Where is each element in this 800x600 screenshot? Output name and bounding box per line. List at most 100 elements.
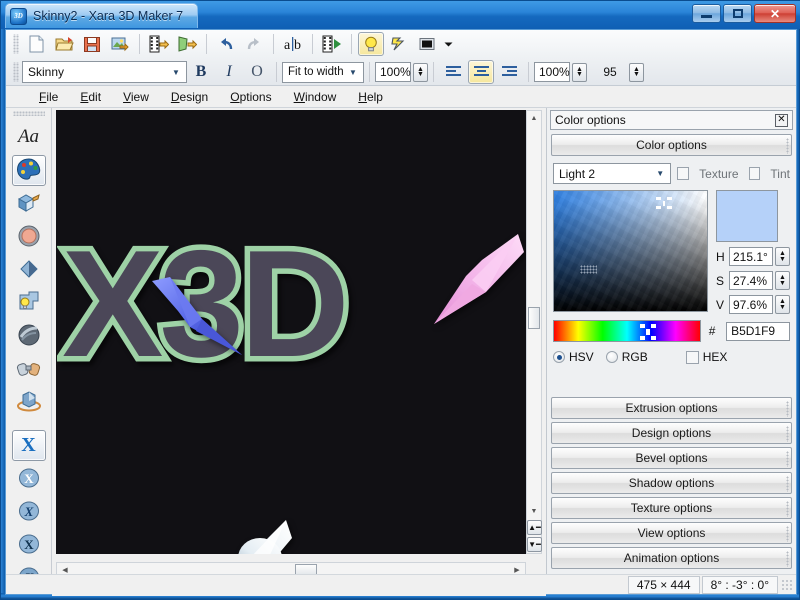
value-stepper[interactable]: ▲ ▼ (775, 295, 790, 314)
hex-field[interactable]: B5D1F9 (726, 321, 790, 341)
value-field[interactable]: 97.6% (729, 295, 773, 314)
align-left-button[interactable] (440, 60, 466, 84)
saturation-stepper[interactable]: ▲ ▼ (775, 271, 790, 290)
minimize-icon[interactable] (692, 4, 721, 23)
bevel-options-button[interactable]: Bevel options (551, 447, 792, 469)
menu-options[interactable]: Options (219, 88, 282, 106)
close-icon[interactable]: ✕ (754, 4, 796, 23)
hsv-radio[interactable] (553, 351, 565, 363)
tool-bevel[interactable] (12, 221, 46, 252)
view-options-button[interactable]: View options (551, 522, 792, 544)
page-up-button[interactable]: ▲━ (527, 520, 542, 535)
close-icon[interactable]: ✕ (775, 113, 788, 127)
resize-grip[interactable] (781, 578, 793, 591)
undo-button[interactable] (213, 32, 239, 56)
export-image-button[interactable] (107, 32, 133, 56)
tool-extrude[interactable] (12, 188, 46, 219)
line-scale-stepper[interactable]: ▲ ▼ (572, 62, 587, 82)
redo-button[interactable] (241, 32, 267, 56)
export-flash-button[interactable] (174, 32, 200, 56)
color-options-header-button[interactable]: Color options (551, 134, 792, 156)
tool-animation[interactable] (12, 386, 46, 417)
light-select-combo[interactable]: Light 2 ▼ (553, 163, 672, 184)
tool-x-rotate[interactable]: X (12, 529, 46, 560)
chevron-down-icon[interactable] (442, 32, 454, 56)
maximize-icon[interactable] (723, 4, 752, 23)
hue-stepper[interactable]: ▲ ▼ (775, 247, 790, 266)
saturation-value-picker[interactable] (553, 190, 708, 312)
toolbar-separator (273, 34, 274, 54)
sv-picker-cursor[interactable] (656, 197, 672, 209)
light-arrow-blue[interactable] (146, 275, 246, 360)
extrusion-options-button[interactable]: Extrusion options (551, 397, 792, 419)
scroll-down-arrow-icon[interactable]: ▼ (527, 504, 541, 519)
format-toolbar-grip[interactable] (13, 62, 19, 82)
lightbulb-icon[interactable] (358, 32, 384, 56)
scroll-up-arrow-icon[interactable]: ▲ (527, 111, 541, 126)
fit-mode-combo[interactable]: Fit to width ▼ (282, 61, 364, 83)
format-toolbar: Skinny ▼ B I O Fit to width ▼ 100% ▲ ▼ 1… (6, 58, 796, 86)
outline-button[interactable]: O (244, 60, 270, 84)
menu-help[interactable]: Help (347, 88, 394, 106)
tool-x-fade[interactable]: X (12, 463, 46, 494)
char-scale-field[interactable]: 100% (375, 62, 411, 82)
line-scale-field[interactable]: 100% (534, 62, 570, 82)
align-centre-button[interactable] (468, 60, 494, 84)
chevron-down-icon[interactable]: ▼ (652, 165, 668, 182)
tool-lights[interactable] (12, 287, 46, 318)
chevron-down-icon[interactable]: ▼ (168, 64, 184, 81)
tool-text[interactable]: Aa (12, 121, 46, 152)
texture-checkbox[interactable] (677, 167, 690, 180)
tool-shadow[interactable] (12, 254, 46, 285)
status-bar: 475 × 444 8° : -3° : 0° (6, 574, 796, 594)
tool-colour[interactable] (11, 154, 46, 186)
hue-field[interactable]: 215.1° (729, 247, 773, 266)
design-options-button[interactable]: Design options (551, 422, 792, 444)
current-color-swatch[interactable] (716, 190, 778, 242)
light-arrow-pink[interactable] (428, 232, 526, 327)
rgb-radio[interactable] (605, 351, 618, 363)
tool-view[interactable] (12, 353, 46, 384)
texture-options-button[interactable]: Texture options (551, 497, 792, 519)
bold-button[interactable]: B (188, 60, 214, 84)
animation-options-button[interactable]: Animation options (551, 547, 792, 569)
menu-file[interactable]: File (28, 88, 69, 106)
new-document-button[interactable] (23, 32, 49, 56)
ab-text-icon[interactable]: ab (280, 32, 306, 56)
tool-x-static[interactable]: X (11, 429, 46, 461)
char-scale-stepper[interactable]: ▲ ▼ (413, 62, 428, 82)
menu-window[interactable]: Window (283, 88, 348, 106)
toolbar-grip[interactable] (13, 34, 19, 54)
play-animation-button[interactable] (319, 32, 345, 56)
hex-checkbox[interactable] (685, 350, 699, 364)
shadow-options-button[interactable]: Shadow options (551, 472, 792, 494)
menu-edit[interactable]: Edit (69, 88, 112, 106)
tint-label: Tint (770, 166, 790, 181)
export-animation-button[interactable] (146, 32, 172, 56)
open-document-button[interactable] (51, 32, 77, 56)
window-title-tab: 3D Skinny2 - Xara 3D Maker 7 (5, 3, 199, 28)
tracking-stepper[interactable]: ▲ ▼ (629, 62, 644, 82)
italic-button[interactable]: I (216, 60, 242, 84)
saturation-field[interactable]: 27.4% (729, 271, 773, 290)
hue-slider[interactable] (553, 320, 701, 342)
align-right-button[interactable] (496, 60, 522, 84)
tracking-field[interactable]: 95 (593, 62, 627, 82)
filled-square-icon[interactable] (414, 32, 440, 56)
tint-checkbox[interactable] (748, 167, 761, 180)
hue-slider-cursor[interactable] (640, 324, 656, 340)
lightning-icon[interactable] (386, 32, 412, 56)
vertical-scroll-thumb[interactable] (528, 307, 540, 329)
tool-x-swing[interactable]: X (12, 496, 46, 527)
save-document-button[interactable] (79, 32, 105, 56)
3d-canvas[interactable]: X3D (56, 110, 526, 554)
tool-texture[interactable] (12, 320, 46, 351)
menu-view[interactable]: View (112, 88, 160, 106)
page-down-button[interactable]: ▼━ (527, 537, 542, 552)
light-arrow-white[interactable] (224, 514, 314, 554)
font-family-combo[interactable]: Skinny ▼ (22, 61, 187, 83)
menu-design[interactable]: Design (160, 88, 219, 106)
chevron-down-icon[interactable]: ▼ (345, 64, 361, 81)
tool-palette-grip[interactable] (12, 111, 45, 117)
canvas-vertical-scrollbar[interactable]: ▲ ▼ ▲━ ▼━ (526, 110, 542, 554)
